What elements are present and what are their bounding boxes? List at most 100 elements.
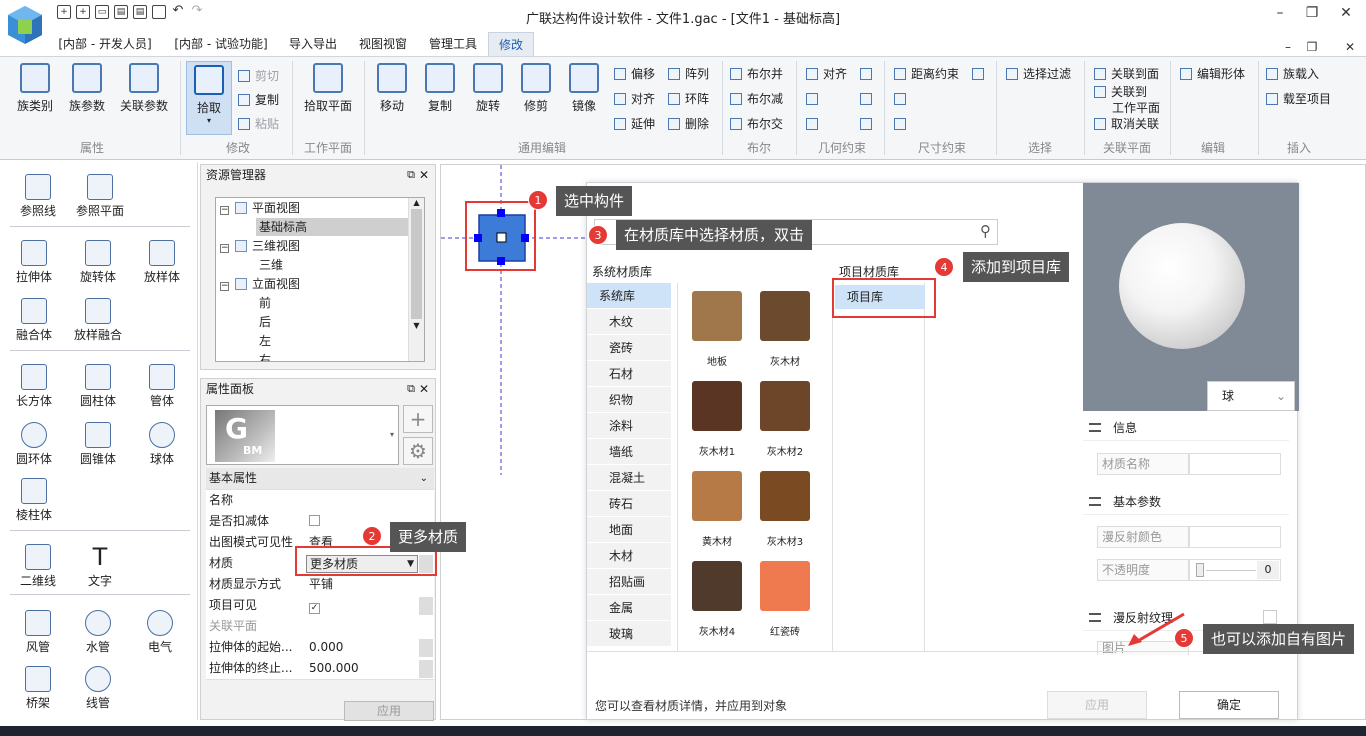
copy-clip-button[interactable]: 复制: [238, 91, 279, 109]
delete-button[interactable]: 删除: [668, 115, 709, 133]
prop-row-project-visible[interactable]: 项目可见 ✓: [206, 595, 434, 617]
diameter-button[interactable]: [972, 65, 989, 83]
dialog-apply-button[interactable]: 应用: [1047, 691, 1147, 719]
material-thumb[interactable]: 灰木材1: [684, 381, 750, 458]
tree-node-3d-default[interactable]: 三维: [259, 256, 283, 274]
align-button[interactable]: 对齐: [614, 90, 655, 108]
prop-group-basic[interactable]: 基本属性 ⌄: [206, 468, 434, 490]
diffuse-color-field[interactable]: [1189, 526, 1281, 548]
collapse-icon[interactable]: −: [220, 244, 229, 253]
tab-modify[interactable]: 修改: [488, 32, 534, 56]
distance-constraint-button[interactable]: 距离约束: [894, 65, 959, 83]
bool-union-button[interactable]: 布尔并: [730, 65, 783, 83]
tool-torus[interactable]: 圆环体: [4, 422, 64, 467]
radius-button[interactable]: [894, 115, 911, 133]
tool-cone[interactable]: 圆锥体: [68, 422, 128, 467]
tree-node-front[interactable]: 前: [259, 294, 271, 312]
category-item[interactable]: 玻璃: [587, 621, 671, 647]
category-item[interactable]: 涂料: [587, 413, 671, 439]
prop-row-extrusion-end[interactable]: 拉伸体的终止... 500.000: [206, 658, 434, 680]
category-item[interactable]: 墙纸: [587, 439, 671, 465]
project-visible-checkbox[interactable]: ✓: [309, 603, 320, 614]
family-category-button[interactable]: 族类别: [10, 63, 60, 114]
tool-extrusion[interactable]: 拉伸体: [4, 240, 64, 285]
tab-experimental[interactable]: [内部 - 试验功能]: [168, 32, 274, 56]
category-item[interactable]: 招贴画: [587, 569, 671, 595]
move-button[interactable]: 移动: [372, 63, 412, 114]
tool-prism[interactable]: 棱柱体: [4, 478, 64, 523]
material-thumb[interactable]: 灰木材4: [684, 561, 750, 638]
family-params-button[interactable]: 族参数: [62, 63, 112, 114]
pick-button[interactable]: 拾取 ▾: [186, 61, 232, 135]
deduct-checkbox[interactable]: [309, 515, 320, 526]
category-item[interactable]: 木材: [587, 543, 671, 569]
material-thumb[interactable]: 灰木材3: [752, 471, 818, 548]
tool-box[interactable]: 长方体: [4, 364, 64, 409]
tab-import-export[interactable]: 导入导出: [282, 32, 344, 56]
type-settings-button[interactable]: ⚙: [403, 437, 433, 465]
unlink-button[interactable]: 取消关联: [1094, 115, 1159, 133]
tool-sweep[interactable]: 放样体: [132, 240, 192, 285]
tool-cylinder[interactable]: 圆柱体: [68, 364, 128, 409]
angle-button[interactable]: [894, 90, 911, 108]
cut-button[interactable]: 剪切: [238, 67, 279, 85]
tab-manage[interactable]: 管理工具: [422, 32, 484, 56]
pick-plane-button[interactable]: 拾取平面: [300, 63, 356, 114]
pin-button[interactable]: [860, 115, 877, 133]
load-to-project-button[interactable]: 载至项目: [1266, 90, 1331, 108]
tree-node-3d[interactable]: − 三维视图: [220, 237, 300, 255]
prop-row-extrusion-start[interactable]: 拉伸体的起始... 0.000: [206, 637, 434, 659]
geo-align-button[interactable]: 对齐: [806, 65, 847, 83]
tool-reference-plane[interactable]: 参照平面: [70, 174, 130, 219]
perpendicular-button[interactable]: [806, 90, 823, 108]
tool-sphere[interactable]: 球体: [132, 422, 192, 467]
tree-node-left[interactable]: 左: [259, 332, 271, 350]
category-item[interactable]: 木纹: [587, 309, 671, 335]
close-window-button[interactable]: ✕: [1334, 4, 1358, 22]
tree-scrollbar[interactable]: ▲ ▼: [408, 198, 424, 361]
tree-node-back[interactable]: 后: [259, 313, 271, 331]
component-type-selector[interactable]: G BM ▾: [206, 405, 399, 465]
category-system[interactable]: 系统库: [587, 283, 671, 309]
apply-button[interactable]: 应用: [344, 701, 434, 721]
close-icon[interactable]: ✕: [419, 165, 429, 185]
select-filter-button[interactable]: 选择过滤: [1006, 65, 1071, 83]
restore-button[interactable]: ❐: [1300, 4, 1324, 22]
material-name-field[interactable]: [1189, 453, 1281, 475]
section-info[interactable]: 信息: [1083, 415, 1289, 441]
tab-view[interactable]: 视图视窗: [352, 32, 414, 56]
tool-revolve[interactable]: 旋转体: [68, 240, 128, 285]
tree-node-elevation[interactable]: − 立面视图: [220, 275, 300, 293]
category-item[interactable]: 砖石: [587, 491, 671, 517]
tool-electric[interactable]: 电气: [130, 610, 190, 655]
parallel-button[interactable]: [806, 115, 823, 133]
tool-swept-blend[interactable]: 放样融合: [68, 298, 128, 343]
tool-2d-line[interactable]: 二维线: [8, 544, 68, 589]
category-item[interactable]: 地面: [587, 517, 671, 543]
tool-pipe[interactable]: 管体: [132, 364, 192, 409]
pin-icon[interactable]: ⧉: [407, 165, 415, 185]
category-item[interactable]: 混凝土: [587, 465, 671, 491]
material-thumb[interactable]: 红瓷砖: [752, 561, 818, 638]
mirror-button[interactable]: 镜像: [564, 63, 604, 114]
linked-params-button[interactable]: 关联参数: [116, 63, 172, 114]
category-item[interactable]: 瓷砖: [587, 335, 671, 361]
paste-button[interactable]: 粘贴: [238, 115, 279, 133]
opacity-slider[interactable]: 0: [1189, 559, 1281, 581]
offset-button[interactable]: 偏移: [614, 65, 655, 83]
copy-button[interactable]: 复制: [420, 63, 460, 114]
radial-array-button[interactable]: 环阵: [668, 90, 709, 108]
tool-duct[interactable]: 风管: [8, 610, 68, 655]
material-thumb[interactable]: 灰木材2: [752, 381, 818, 458]
category-item[interactable]: 金属: [587, 595, 671, 621]
symmetric-button[interactable]: [860, 90, 877, 108]
dialog-ok-button[interactable]: 确定: [1179, 691, 1279, 719]
prop-row-linked-plane[interactable]: 关联平面: [206, 616, 434, 638]
section-basic-params[interactable]: 基本参数: [1083, 489, 1289, 515]
array-button[interactable]: 阵列: [668, 65, 709, 83]
material-thumb[interactable]: 灰木材: [752, 291, 818, 368]
tangent-button[interactable]: [860, 65, 877, 83]
tree-node-base-level[interactable]: 基础标高: [256, 218, 408, 236]
collapse-icon[interactable]: −: [220, 282, 229, 291]
add-type-button[interactable]: +: [403, 405, 433, 433]
